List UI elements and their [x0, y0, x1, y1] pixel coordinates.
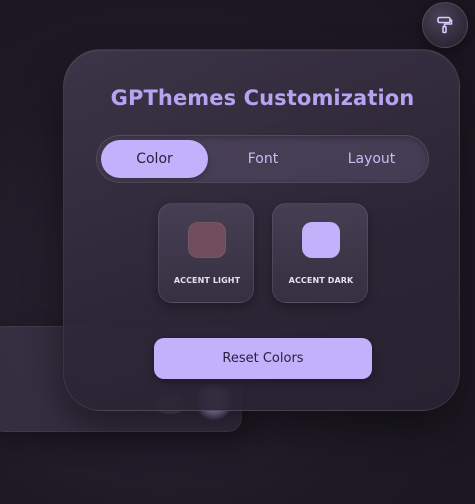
theme-toggle-button[interactable]: [422, 2, 468, 48]
accent-dark-color-chip: [302, 222, 340, 258]
accent-light-color-chip: [188, 222, 226, 258]
accent-dark-label: ACCENT DARK: [288, 276, 354, 285]
reset-colors-button[interactable]: Reset Colors: [154, 338, 372, 379]
tab-layout[interactable]: Layout: [318, 140, 425, 178]
accent-light-swatch[interactable]: ACCENT LIGHT: [158, 203, 254, 303]
tab-color[interactable]: Color: [101, 140, 208, 178]
accent-dark-swatch[interactable]: ACCENT DARK: [272, 203, 368, 303]
panel-title: GPThemes Customization: [110, 86, 415, 110]
accent-light-label: ACCENT LIGHT: [173, 276, 241, 285]
paint-roller-icon: [435, 15, 455, 35]
tab-bar: Color Font Layout: [96, 135, 429, 183]
tab-font[interactable]: Font: [209, 140, 317, 178]
customization-panel: GPThemes Customization Color Font Layout…: [63, 49, 460, 411]
